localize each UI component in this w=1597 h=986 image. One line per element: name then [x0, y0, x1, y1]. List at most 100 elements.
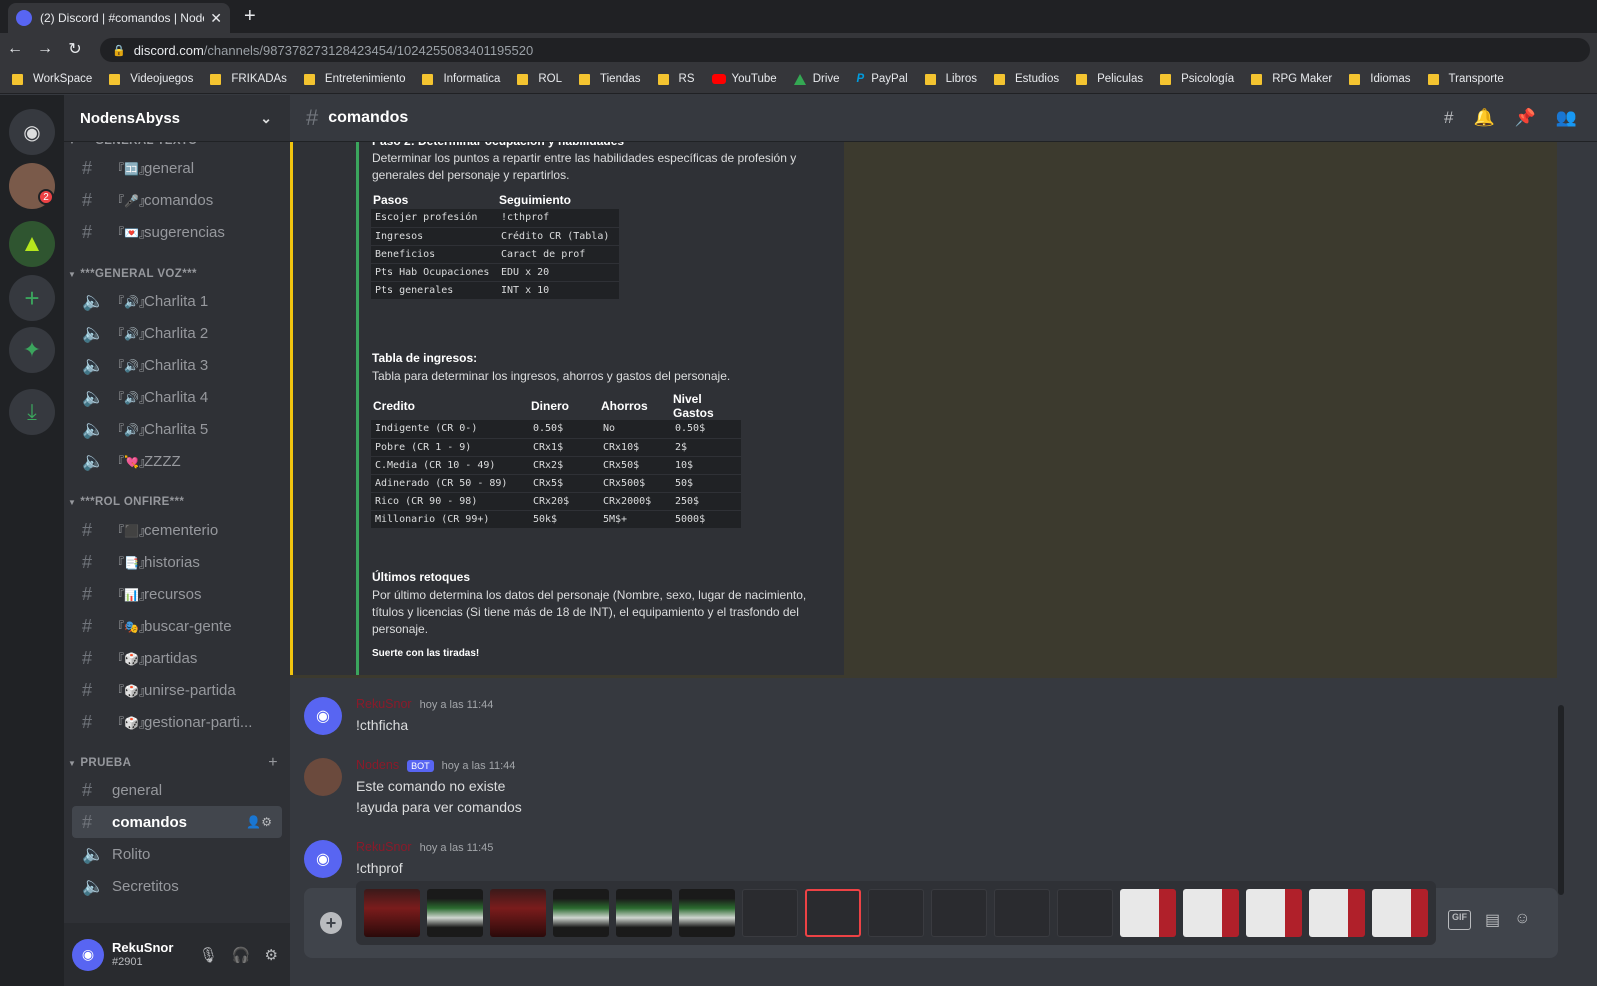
gif-thumbnail[interactable]: [1057, 889, 1113, 937]
forward-icon[interactable]: →: [30, 40, 60, 58]
voice-channel-charlita-4[interactable]: 🔈 『🔊』 Charlita 4: [72, 381, 282, 413]
bookmark[interactable]: YouTube: [711, 73, 777, 85]
gif-thumbnail[interactable]: [1246, 889, 1302, 937]
voice-channel-secretitos[interactable]: 🔈 Secretitos: [72, 870, 282, 902]
gif-thumbnail[interactable]: [868, 889, 924, 937]
channel-gestionar-partidas[interactable]: # 『🎲』 gestionar-parti...: [72, 706, 282, 738]
bookmark[interactable]: Psicología: [1160, 73, 1234, 85]
gif-thumbnail[interactable]: [742, 889, 798, 937]
channel-general[interactable]: # 『🈁』 general: [72, 152, 282, 184]
channel-label: gestionar-parti...: [144, 713, 253, 731]
bot-avatar[interactable]: [304, 758, 342, 796]
user-avatar[interactable]: ◉: [304, 840, 342, 878]
gif-thumbnail[interactable]: [1372, 889, 1428, 937]
category-rol-onfire[interactable]: ▼ ***ROL ONFIRE***: [68, 496, 278, 508]
bookmark[interactable]: Entretenimiento: [303, 73, 405, 85]
gif-thumbnail[interactable]: [427, 889, 483, 937]
reload-icon[interactable]: ↻: [60, 39, 90, 59]
discord-home-icon[interactable]: ◉: [9, 109, 55, 155]
threads-icon[interactable]: #: [1444, 108, 1453, 128]
bell-icon[interactable]: 🔔: [1473, 108, 1494, 128]
chevron-down-icon[interactable]: ⌄: [260, 110, 272, 127]
gear-icon[interactable]: ⚙: [265, 946, 278, 964]
table-cell: CRx50$: [599, 456, 671, 475]
message-author[interactable]: RekuSnor: [356, 697, 412, 711]
add-attachment-icon[interactable]: +: [320, 912, 342, 934]
address-bar[interactable]: 🔒 discord.com/channels/98737827312842345…: [100, 38, 1590, 62]
voice-channel-rolito[interactable]: 🔈 Rolito: [72, 838, 282, 870]
bookmark[interactable]: Drive: [793, 73, 840, 85]
bookmark[interactable]: ROL: [517, 73, 562, 85]
table-header: Credito: [373, 399, 415, 413]
new-tab-icon[interactable]: +: [244, 5, 256, 28]
channel-historias[interactable]: # 『📑』 historias: [72, 546, 282, 578]
gif-thumbnail-selected[interactable]: [805, 889, 861, 937]
close-tab-icon[interactable]: ✕: [210, 10, 222, 27]
table-row: C.Media (CR 10 - 49) CRx2$ CRx50$ 10$: [371, 456, 741, 475]
bookmark[interactable]: Transporte: [1427, 73, 1504, 85]
table-cell: Escojer profesión: [371, 209, 497, 228]
bookmark[interactable]: Estudios: [993, 73, 1059, 85]
voice-channel-charlita-2[interactable]: 🔈 『🔊』 Charlita 2: [72, 317, 282, 349]
channel-label: cementerio: [144, 521, 219, 539]
voice-channel-charlita-5[interactable]: 🔈 『🔊』 Charlita 5: [72, 413, 282, 445]
add-channel-icon[interactable]: +: [268, 754, 278, 772]
headphones-icon[interactable]: 🎧: [232, 946, 251, 964]
bookmark[interactable]: Idiomas: [1349, 73, 1411, 85]
bookmark[interactable]: FRIKADAs: [210, 73, 287, 85]
invite-settings-icons[interactable]: 👤⚙: [246, 815, 272, 829]
gif-thumbnail[interactable]: [1183, 889, 1239, 937]
gif-thumbnail[interactable]: [931, 889, 987, 937]
pin-icon[interactable]: 📌: [1515, 108, 1536, 128]
gif-thumbnail[interactable]: [364, 889, 420, 937]
channel-cementerio[interactable]: # 『⬛』 cementerio: [72, 514, 282, 546]
bookmark[interactable]: Informatica: [422, 73, 500, 85]
back-icon[interactable]: ←: [0, 40, 30, 58]
bookmark[interactable]: RPG Maker: [1251, 73, 1332, 85]
user-avatar[interactable]: ◉: [72, 938, 104, 971]
bookmark[interactable]: Libros: [924, 73, 977, 85]
gif-thumbnail[interactable]: [490, 889, 546, 937]
gif-thumbnail[interactable]: [616, 889, 672, 937]
table-cell: CRx10$: [599, 438, 671, 457]
microphone-icon[interactable]: 🎙: [199, 946, 218, 964]
explore-compass-icon[interactable]: ✦: [9, 327, 55, 373]
channel-comandos-active[interactable]: # comandos 👤⚙: [72, 806, 282, 838]
channel-recursos[interactable]: # 『📊』 recursos: [72, 578, 282, 610]
voice-channel-charlita-3[interactable]: 🔈 『🔊』 Charlita 3: [72, 349, 282, 381]
channel-partidas[interactable]: # 『🎲』 partidas: [72, 642, 282, 674]
add-server-icon[interactable]: +: [9, 275, 55, 321]
channel-buscar-gente[interactable]: # 『🎭』 buscar-gente: [72, 610, 282, 642]
gif-button[interactable]: GIF: [1448, 910, 1471, 930]
sticker-icon[interactable]: ▤: [1485, 910, 1500, 930]
voice-channel-charlita-1[interactable]: 🔈 『🔊』 Charlita 1: [72, 285, 282, 317]
gif-thumbnail[interactable]: [679, 889, 735, 937]
channel-unirse-partida[interactable]: # 『🎲』 unirse-partida: [72, 674, 282, 706]
bookmark[interactable]: P PayPal: [857, 73, 908, 85]
download-icon[interactable]: ⤓: [9, 389, 55, 435]
bookmark[interactable]: WorkSpace: [12, 73, 92, 85]
channel-comandos[interactable]: # 『🎤』 comandos: [72, 184, 282, 216]
bookmark[interactable]: Peliculas: [1076, 73, 1143, 85]
gif-thumbnail[interactable]: [1120, 889, 1176, 937]
members-icon[interactable]: 👥: [1556, 108, 1577, 128]
user-avatar[interactable]: ◉: [304, 697, 342, 735]
browser-tab[interactable]: (2) Discord | #comandos | Noden ✕: [8, 3, 230, 33]
category-general-voz[interactable]: ▼ ***GENERAL VOZ***: [68, 268, 278, 280]
gif-thumbnail[interactable]: [553, 889, 609, 937]
message-author[interactable]: Nodens: [356, 758, 399, 772]
message-author[interactable]: RekuSnor: [356, 840, 412, 854]
bookmark[interactable]: Videojuegos: [109, 73, 193, 85]
gif-thumbnail[interactable]: [994, 889, 1050, 937]
scrollbar[interactable]: [1558, 705, 1564, 895]
channel-general-prueba[interactable]: # general: [72, 774, 282, 806]
channel-sugerencias[interactable]: # 『💌』 sugerencias: [72, 216, 282, 248]
gif-thumbnail[interactable]: [1309, 889, 1365, 937]
bookmark[interactable]: Tiendas: [579, 73, 641, 85]
server-nodens-icon[interactable]: ▲: [9, 221, 55, 267]
category-prueba[interactable]: ▼ PRUEBA +: [68, 754, 278, 772]
voice-channel-zzzz[interactable]: 🔈 『💘』 ZZZZ: [72, 445, 282, 477]
server-header[interactable]: NodensAbyss ⌄: [64, 95, 290, 141]
bookmark[interactable]: RS: [657, 73, 695, 85]
emoji-icon[interactable]: ☺: [1514, 910, 1530, 930]
